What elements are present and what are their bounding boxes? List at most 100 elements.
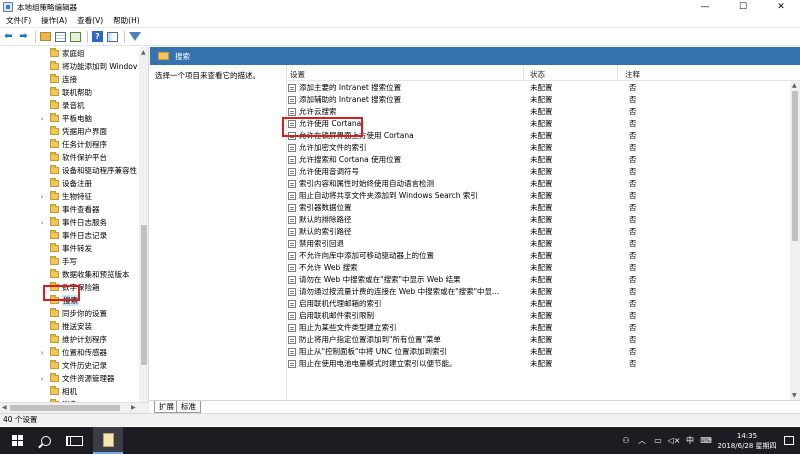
search-button[interactable] xyxy=(30,427,62,454)
table-row[interactable]: 允许搜索和 Cortana 使用位置 未配置否 xyxy=(287,154,791,165)
clock-time: 14:35 xyxy=(736,431,758,440)
table-row[interactable]: 添加辅助的 Intranet 搜索位置 未配置否 xyxy=(287,94,791,105)
notification-icon[interactable] xyxy=(784,436,794,445)
settings-vertical-scrollbar[interactable]: ▲ ▼ xyxy=(790,81,800,400)
table-row[interactable]: 启用联机代理邮箱的索引 未配置否 xyxy=(287,298,791,309)
system-tray: ⚇ ︿ ▭ ◁× 中 ⌨ 14:35 2018/6/28 星期四 xyxy=(618,427,800,454)
maximize-button[interactable]: ☐ xyxy=(724,0,762,14)
view-tabs: 扩展 标准 xyxy=(150,400,800,413)
table-row[interactable]: 默认的排除路径 未配置否 xyxy=(287,214,791,225)
scrollbar-thumb[interactable] xyxy=(792,91,798,241)
show-tree-button[interactable] xyxy=(54,30,67,43)
column-header-note[interactable]: 注释 xyxy=(625,69,640,80)
menu-help[interactable]: 帮助(H) xyxy=(109,15,144,26)
volume-muted-icon[interactable]: ◁× xyxy=(666,436,682,445)
table-row[interactable]: 禁用索引回退 未配置否 xyxy=(287,238,791,249)
table-row[interactable]: 阻止为某些文件类型建立索引 未配置否 xyxy=(287,322,791,333)
window-controls: — ☐ ✕ xyxy=(686,0,800,14)
ime-mode-icon[interactable]: ⌨ xyxy=(698,436,714,445)
table-row[interactable]: 允许加密文件的索引 未配置否 xyxy=(287,142,791,153)
table-row[interactable]: 索引器数据位置 未配置否 xyxy=(287,202,791,213)
filter-button[interactable] xyxy=(128,30,141,43)
gpedit-app-icon xyxy=(3,2,13,12)
toolbar: ⬅ ➡ ? xyxy=(0,27,800,46)
properties-button[interactable] xyxy=(106,30,119,43)
table-row[interactable]: 允许使用音调符号 未配置否 xyxy=(287,166,791,177)
table-row[interactable]: 请勿通过按流量计费的连接在 Web 中搜索或在"搜索"中显... 未配置否 xyxy=(287,286,791,297)
folder-icon xyxy=(50,204,59,213)
column-header-setting[interactable]: 设置 xyxy=(290,69,305,80)
scrollbar-thumb[interactable] xyxy=(10,405,120,411)
policy-setting-icon xyxy=(288,84,296,92)
menu-view[interactable]: 查看(V) xyxy=(73,15,107,26)
menu-bar: 文件(F) 操作(A) 查看(V) 帮助(H) xyxy=(0,14,800,27)
export-list-button[interactable] xyxy=(69,30,82,43)
expand-chevron-icon[interactable]: › xyxy=(38,193,46,201)
menu-file[interactable]: 文件(F) xyxy=(2,15,35,26)
scroll-left-icon[interactable]: ◀ xyxy=(2,404,7,411)
folder-icon xyxy=(50,282,59,291)
back-arrow-icon[interactable]: ⬅ xyxy=(2,30,15,43)
scroll-up-icon[interactable]: ▲ xyxy=(141,49,146,56)
policy-setting-icon xyxy=(288,156,296,164)
forward-arrow-icon[interactable]: ➡ xyxy=(17,30,30,43)
title-bar: 本地组策略编辑器 — ☐ ✕ xyxy=(0,0,800,14)
people-icon[interactable]: ⚇ xyxy=(618,436,634,445)
policy-setting-icon xyxy=(288,144,296,152)
table-row[interactable]: 允许云搜索 未配置否 xyxy=(287,106,791,117)
tree-horizontal-scrollbar[interactable]: ◀ ▶ xyxy=(0,402,149,413)
tree-vertical-scrollbar[interactable]: ▲ ▼ xyxy=(139,47,148,413)
table-row[interactable]: 默认的索引路径 未配置否 xyxy=(287,226,791,237)
folder-icon xyxy=(50,152,59,161)
settings-list: 设置 状态 注释 添加主要的 Intranet 搜索位置 未配置否 添加辅助的 I… xyxy=(286,65,800,400)
search-icon xyxy=(41,435,51,446)
table-row[interactable]: 请勿在 Web 中搜索或在"搜索"中显示 Web 结果 未配置否 xyxy=(287,274,791,285)
network-icon[interactable]: ▭ xyxy=(650,436,666,445)
chevron-up-icon[interactable]: ︿ xyxy=(634,435,650,446)
taskbar: ⚇ ︿ ▭ ◁× 中 ⌨ 14:35 2018/6/28 星期四 xyxy=(0,427,800,454)
policy-setting-icon xyxy=(288,360,296,368)
filter-icon xyxy=(128,32,141,41)
folder-icon xyxy=(50,217,59,226)
table-row[interactable]: 阻止自动将共享文件夹添加到 Windows Search 索引 未配置否 xyxy=(287,190,791,201)
close-button[interactable]: ✕ xyxy=(762,0,800,14)
table-row-allow-cortana[interactable]: 允许使用 Cortana 未配置否 xyxy=(287,118,791,129)
table-row[interactable]: 索引内容和属性时始终使用自动语言检测 未配置否 xyxy=(287,178,791,189)
expand-chevron-icon[interactable]: › xyxy=(38,115,46,123)
folder-icon xyxy=(50,230,59,239)
task-view-button[interactable] xyxy=(60,427,92,454)
table-row[interactable]: 允许在锁屏界面上方使用 Cortana 未配置否 xyxy=(287,130,791,141)
scrollbar-thumb[interactable] xyxy=(141,225,147,365)
minimize-button[interactable]: — xyxy=(686,0,724,14)
policy-setting-icon xyxy=(288,288,296,296)
table-row[interactable]: 防止将用户指定位置添加到"所有位置"菜单 未配置否 xyxy=(287,334,791,345)
ime-indicator[interactable]: 中 xyxy=(682,435,698,446)
table-row[interactable]: 启用联机邮件索引限制 未配置否 xyxy=(287,310,791,321)
table-row[interactable]: 阻止在使用电池电量模式时建立索引以便节能。 未配置否 xyxy=(287,358,791,369)
scroll-up-icon[interactable]: ▲ xyxy=(792,82,797,89)
folder-icon xyxy=(158,52,169,60)
table-row[interactable]: 不允许向库中添加可移动驱动器上的位置 未配置否 xyxy=(287,250,791,261)
expand-chevron-icon[interactable]: › xyxy=(38,349,46,357)
toolbar-separator xyxy=(35,30,36,43)
taskbar-gpedit-app[interactable] xyxy=(93,427,123,454)
table-row[interactable]: 不允许 Web 搜索 未配置否 xyxy=(287,262,791,273)
table-row[interactable]: 阻止从"控制面板"中将 UNC 位置添加到索引 未配置否 xyxy=(287,346,791,357)
help-button[interactable]: ? xyxy=(91,30,104,43)
folder-icon xyxy=(50,87,59,96)
column-header-state[interactable]: 状态 xyxy=(530,69,545,80)
folder-icon xyxy=(50,126,59,135)
table-row[interactable]: 添加主要的 Intranet 搜索位置 未配置否 xyxy=(287,82,791,93)
tab-standard[interactable]: 标准 xyxy=(176,401,201,413)
expand-chevron-icon[interactable]: › xyxy=(38,375,46,383)
scroll-right-icon[interactable]: ▶ xyxy=(131,404,136,411)
up-folder-button[interactable] xyxy=(39,30,52,43)
clock[interactable]: 14:35 2018/6/28 星期四 xyxy=(714,431,780,451)
expand-chevron-icon[interactable]: › xyxy=(38,219,46,227)
policy-setting-icon xyxy=(288,204,296,212)
column-divider[interactable] xyxy=(523,65,524,81)
column-divider[interactable] xyxy=(617,65,618,81)
menu-action[interactable]: 操作(A) xyxy=(37,15,71,26)
scroll-down-icon[interactable]: ▼ xyxy=(792,392,797,399)
policy-setting-icon xyxy=(288,132,296,140)
